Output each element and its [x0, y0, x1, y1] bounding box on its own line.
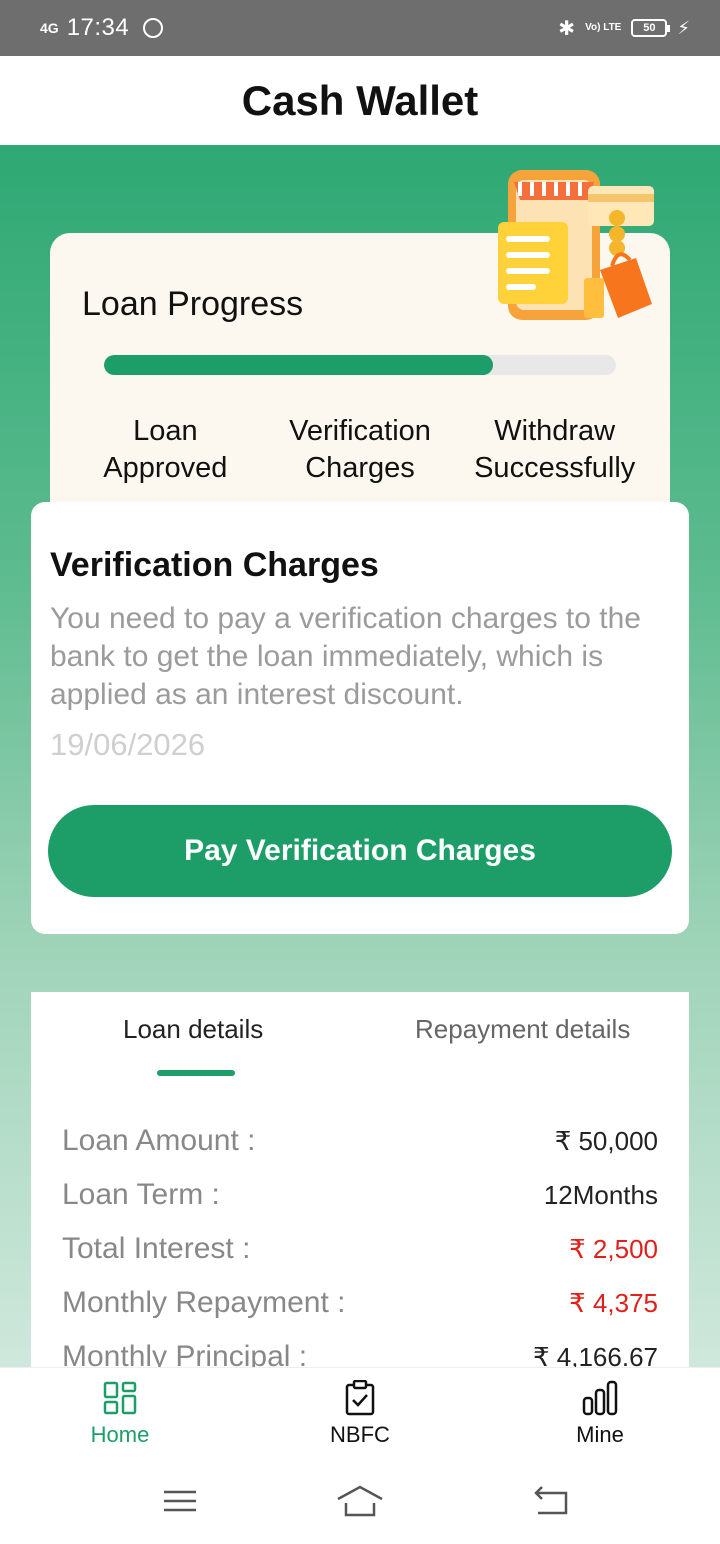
- verification-title: Verification Charges: [50, 546, 379, 584]
- bottom-navigation: Home NBFC Mine: [0, 1367, 720, 1463]
- progress-bar-fill: [104, 355, 494, 375]
- details-tabs: Loan details Repayment details: [31, 1014, 689, 1076]
- tab-loan-details[interactable]: Loan details: [123, 1014, 263, 1045]
- verification-description: You need to pay a verification charges t…: [50, 602, 641, 711]
- status-time: 17:34: [66, 14, 130, 41]
- nav-label: NBFC: [330, 1422, 390, 1447]
- detail-row-loan-amount: Loan Amount : ₹ 50,000: [62, 1114, 658, 1168]
- nav-item-home[interactable]: Home: [60, 1380, 180, 1448]
- step-label: Verification: [289, 415, 431, 447]
- nav-item-mine[interactable]: Mine: [540, 1380, 660, 1448]
- detail-value: ₹ 50,000: [554, 1125, 658, 1156]
- nav-item-nbfc[interactable]: NBFC: [300, 1380, 420, 1448]
- battery-indicator: 50: [631, 19, 671, 37]
- detail-row-monthly-repayment: Monthly Repayment : ₹ 4,375: [62, 1276, 658, 1330]
- system-navigation-bar: [0, 1463, 720, 1544]
- detail-label: Monthly Repayment :: [62, 1286, 346, 1319]
- step-label: Loan: [133, 415, 198, 447]
- detail-value: 12Months: [543, 1179, 658, 1210]
- step-verification-charges: Verification Charges: [263, 413, 458, 487]
- nav-label: Mine: [576, 1422, 624, 1447]
- nav-label: Home: [90, 1422, 150, 1447]
- detail-value: ₹ 4,166.67: [533, 1341, 658, 1368]
- verification-card: Verification Charges You need to pay a v…: [31, 502, 689, 934]
- clipboard-check-icon: [345, 1380, 375, 1416]
- step-label: Successfully: [474, 452, 636, 484]
- header: Cash Wallet: [0, 56, 720, 145]
- whatsapp-icon: [143, 18, 164, 38]
- detail-row-total-interest: Total Interest : ₹ 2,500: [62, 1222, 658, 1276]
- back-icon[interactable]: [530, 1483, 570, 1519]
- bluetooth-icon: ✱: [558, 17, 576, 40]
- detail-label: Monthly Principal :: [62, 1340, 308, 1367]
- verification-date: 19/06/2026: [50, 727, 206, 762]
- charging-icon: ⚡: [677, 17, 690, 38]
- menu-icon[interactable]: [162, 1483, 198, 1519]
- details-card: Loan details Repayment details Loan Amou…: [31, 992, 689, 1367]
- detail-label: Total Interest :: [62, 1232, 251, 1265]
- home-icon: [103, 1381, 137, 1415]
- tab-repayment-details[interactable]: Repayment details: [415, 1014, 630, 1045]
- detail-value: ₹ 2,500: [569, 1233, 658, 1264]
- step-withdraw-successfully: Withdraw Successfully: [457, 413, 652, 487]
- bar-chart-icon: [582, 1380, 618, 1416]
- detail-label: Loan Term :: [62, 1178, 220, 1211]
- progress-bar: [104, 355, 616, 375]
- loan-details-list: Loan Amount : ₹ 50,000 Loan Term : 12Mon…: [62, 1114, 658, 1367]
- loan-progress-title: Loan Progress: [82, 285, 304, 323]
- detail-row-loan-term: Loan Term : 12Months: [62, 1168, 658, 1222]
- status-bar: 4G 17:34 ✱ Vo) LTE 50 ⚡: [0, 0, 720, 56]
- active-tab-indicator: [157, 1070, 235, 1076]
- detail-label: Loan Amount :: [62, 1124, 256, 1157]
- detail-value: ₹ 4,375: [569, 1287, 658, 1318]
- step-label: Approved: [103, 452, 228, 484]
- step-loan-approved: Loan Approved: [68, 413, 263, 487]
- signal-indicator: 4G: [40, 20, 59, 36]
- detail-row-monthly-principal: Monthly Principal : ₹ 4,166.67: [62, 1330, 658, 1367]
- shopping-phone-illustration: [498, 170, 654, 320]
- step-label: Charges: [305, 452, 415, 484]
- volte-indicator: Vo) LTE: [585, 22, 622, 33]
- step-label: Withdraw: [494, 415, 616, 447]
- progress-steps: Loan Approved Verification Charges Withd…: [68, 413, 652, 487]
- pay-verification-charges-button[interactable]: Pay Verification Charges: [48, 805, 672, 897]
- page-title: Cash Wallet: [241, 76, 479, 124]
- home-button-icon[interactable]: [336, 1483, 384, 1519]
